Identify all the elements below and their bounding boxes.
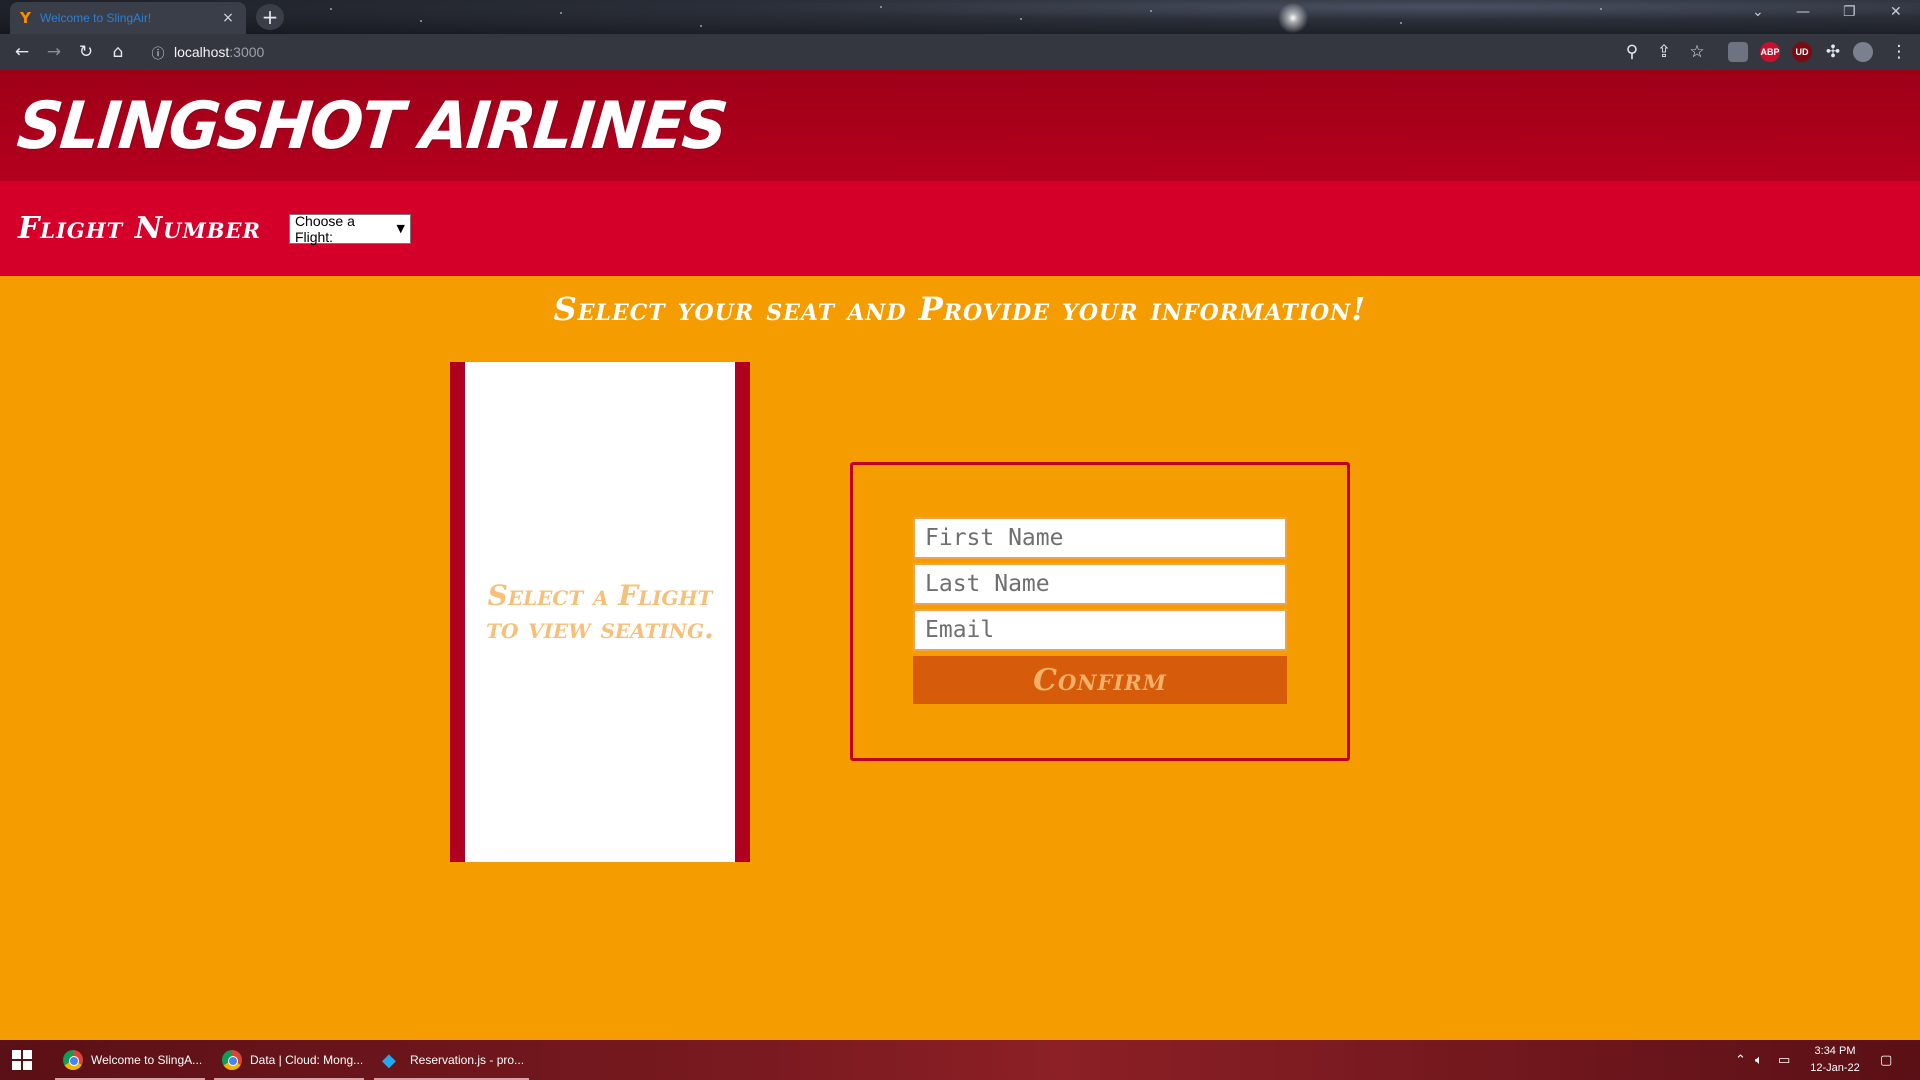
lens-flare <box>1275 0 1311 34</box>
network-icon[interactable]: ▭ <box>1778 1040 1790 1080</box>
chrome-icon <box>63 1050 83 1070</box>
window-close-icon[interactable]: ✕ <box>1890 4 1902 20</box>
url-host: localhost <box>174 44 230 60</box>
clock-time: 3:34 PM <box>1814 1045 1856 1057</box>
taskbar-app-chrome-slingair[interactable]: Welcome to SlingA... <box>55 1040 205 1080</box>
bookmark-star-icon[interactable]: ☆ <box>1685 40 1709 64</box>
last-name-input[interactable]: Last Name <box>913 563 1287 605</box>
passenger-info-form: First Name Last Name Email Confirm <box>850 462 1350 761</box>
windows-start-icon[interactable] <box>12 1050 32 1070</box>
flight-select-dropdown[interactable]: Choose a Flight: ▼ <box>288 212 411 245</box>
ublock-icon[interactable]: UD <box>1792 42 1812 62</box>
background-star <box>560 12 562 14</box>
background-star <box>330 8 332 10</box>
taskbar-app-label: Data | Cloud: Mong... <box>250 1053 364 1067</box>
site-logo: SLINGSHOT AIRLINES <box>13 87 730 164</box>
back-icon[interactable]: ← <box>10 40 34 64</box>
browser-tab-active[interactable]: Y Welcome to SlingAir! × <box>10 2 246 34</box>
taskbar-app-label: Reservation.js - pro... <box>410 1053 525 1067</box>
site-header: SLINGSHOT AIRLINES <box>0 70 1920 181</box>
browser-toolbar: ← → ↻ ⌂ ⓘ localhost :3000 ⚲ ⇪ ☆ ABP UD ✣… <box>0 34 1920 70</box>
new-tab-button[interactable]: + <box>256 4 284 30</box>
address-bar[interactable]: ⓘ localhost :3000 <box>140 39 1720 65</box>
confirm-button[interactable]: Confirm <box>913 656 1287 704</box>
zoom-icon[interactable]: ⚲ <box>1620 40 1644 64</box>
reload-icon[interactable]: ↻ <box>74 40 98 64</box>
notification-icon[interactable]: ▢ <box>1880 1040 1892 1080</box>
clock-date: 12-Jan-22 <box>1810 1062 1860 1074</box>
taskbar-clock[interactable]: 3:34 PM 12-Jan-22 <box>1800 1043 1870 1077</box>
profile-avatar[interactable] <box>1853 42 1873 62</box>
tab-search-icon[interactable]: ⌄ <box>1752 4 1764 20</box>
windows-taskbar: Welcome to SlingA... Data | Cloud: Mong.… <box>0 1040 1920 1080</box>
browser-menu-icon[interactable]: ⋮ <box>1887 40 1911 64</box>
background-star <box>1400 22 1402 24</box>
taskbar-app-chrome-mongodb[interactable]: Data | Cloud: Mong... <box>214 1040 364 1080</box>
extensions-puzzle-icon[interactable]: ✣ <box>1821 40 1845 64</box>
page-subheading: Select your seat and Provide your inform… <box>553 290 1367 328</box>
url-port: :3000 <box>229 44 265 60</box>
email-input[interactable]: Email <box>913 609 1287 651</box>
tab-title: Welcome to SlingAir! <box>40 11 152 25</box>
seat-map-panel: Select a Flight to view seating. <box>450 362 750 862</box>
seat-message-line2: to view seating. <box>486 612 714 645</box>
chevron-down-icon: ▼ <box>396 222 405 235</box>
first-name-input[interactable]: First Name <box>913 517 1287 559</box>
maximize-icon[interactable]: ❐ <box>1843 4 1856 20</box>
adblock-icon[interactable]: ABP <box>1760 42 1780 62</box>
flight-number-label: Flight Number <box>18 211 261 246</box>
extension-icon[interactable] <box>1728 42 1748 62</box>
minimize-icon[interactable]: — <box>1796 4 1810 20</box>
seat-message-line1: Select a Flight <box>487 579 713 612</box>
background-star <box>880 6 882 8</box>
share-icon[interactable]: ⇪ <box>1652 40 1676 64</box>
tray-chevron-up-icon[interactable]: ⌃ <box>1735 1040 1746 1080</box>
favicon-icon: Y <box>20 9 31 27</box>
background-star <box>1600 8 1602 10</box>
forward-icon[interactable]: → <box>42 40 66 64</box>
flight-select-value: Choose a Flight: <box>294 212 355 245</box>
site-info-icon[interactable]: ⓘ <box>146 40 170 64</box>
chrome-icon <box>222 1050 242 1070</box>
volume-icon[interactable]: 🔈︎ <box>1755 1040 1763 1080</box>
taskbar-app-label: Welcome to SlingA... <box>91 1053 203 1067</box>
background-star <box>420 20 422 22</box>
home-icon[interactable]: ⌂ <box>106 40 130 64</box>
flight-selector-bar: Flight Number Choose a Flight: ▼ <box>0 181 1920 276</box>
taskbar-app-vscode[interactable]: ◆ Reservation.js - pro... <box>374 1040 529 1080</box>
background-star <box>700 25 702 27</box>
vscode-icon: ◆ <box>382 1050 396 1071</box>
background-star <box>1150 10 1152 12</box>
close-tab-icon[interactable]: × <box>220 10 236 26</box>
seat-placeholder-message: Select a Flight to view seating. <box>486 579 714 645</box>
background-star <box>1020 18 1022 20</box>
browser-tab-strip: Y Welcome to SlingAir! × + ⌄ — ❐ ✕ <box>0 0 1920 34</box>
